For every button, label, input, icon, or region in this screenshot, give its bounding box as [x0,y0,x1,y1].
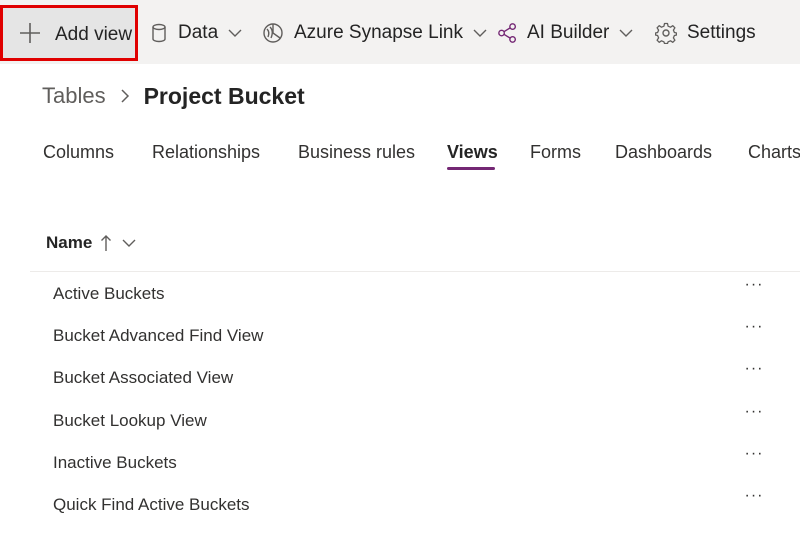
plus-icon [19,22,41,44]
chevron-right-icon [120,89,132,103]
breadcrumb-tables-link[interactable]: Tables [42,83,106,109]
synapse-icon [262,22,284,44]
add-view-button[interactable]: Add view [0,5,138,61]
table-row[interactable]: Active Buckets ··· [0,274,800,316]
view-name[interactable]: Bucket Associated View [53,368,233,388]
data-menu-button[interactable]: Data [148,10,242,56]
table-row[interactable]: Inactive Buckets ··· [0,443,800,485]
name-column-label: Name [46,233,93,252]
settings-label: Settings [687,22,756,43]
more-icon[interactable]: ··· [741,403,767,425]
more-icon[interactable]: ··· [741,445,767,467]
page: Add view Data Azure Synapse Link AI Buil… [0,0,800,544]
arrow-up-icon [100,234,112,252]
command-bar: Add view Data Azure Synapse Link AI Buil… [0,0,800,64]
tab-business-rules[interactable]: Business rules [298,142,415,163]
more-icon[interactable]: ··· [741,361,767,382]
more-icon[interactable]: ··· [741,487,767,509]
table-row[interactable]: Bucket Associated View ··· [0,358,800,400]
view-name[interactable]: Active Buckets [53,284,165,304]
more-icon[interactable]: ··· [741,277,767,298]
data-menu-label: Data [178,22,219,43]
view-name[interactable]: Bucket Advanced Find View [53,326,263,346]
tab-dashboards[interactable]: Dashboards [615,142,712,163]
database-icon [148,22,170,44]
settings-button[interactable]: Settings [655,10,756,56]
more-icon[interactable]: ··· [741,319,767,340]
gear-icon [655,22,677,44]
table-row[interactable]: Bucket Advanced Find View ··· [0,316,800,358]
azure-synapse-link-button[interactable]: Azure Synapse Link [262,10,487,56]
azure-synapse-link-label: Azure Synapse Link [294,22,463,43]
ai-builder-icon [497,22,519,44]
chevron-down-icon [619,26,633,40]
view-name[interactable]: Quick Find Active Buckets [53,495,250,515]
active-tab-indicator [447,167,495,170]
name-column-header[interactable]: Name [46,228,136,258]
table-row[interactable]: Bucket Lookup View ··· [0,401,800,443]
table-row[interactable]: Quick Find Active Buckets ··· [0,485,800,527]
chevron-down-icon [473,26,487,40]
breadcrumb: Tables Project Bucket [42,80,305,112]
ai-builder-button[interactable]: AI Builder [497,10,633,56]
tab-bar: Columns Relationships Business rules Vie… [0,136,800,176]
ai-builder-label: AI Builder [527,22,610,43]
chevron-down-icon[interactable] [122,236,136,250]
add-view-label: Add view [55,24,133,45]
tab-relationships[interactable]: Relationships [152,142,260,163]
tab-charts[interactable]: Charts [748,142,800,163]
view-name[interactable]: Inactive Buckets [53,453,177,473]
views-list: Active Buckets ··· Bucket Advanced Find … [0,274,800,527]
tab-columns[interactable]: Columns [43,142,114,163]
chevron-down-icon [228,26,242,40]
grid-header-divider [30,271,800,272]
tab-forms[interactable]: Forms [530,142,581,163]
view-name[interactable]: Bucket Lookup View [53,411,207,431]
page-title: Project Bucket [143,82,305,109]
tab-views[interactable]: Views [447,142,498,163]
